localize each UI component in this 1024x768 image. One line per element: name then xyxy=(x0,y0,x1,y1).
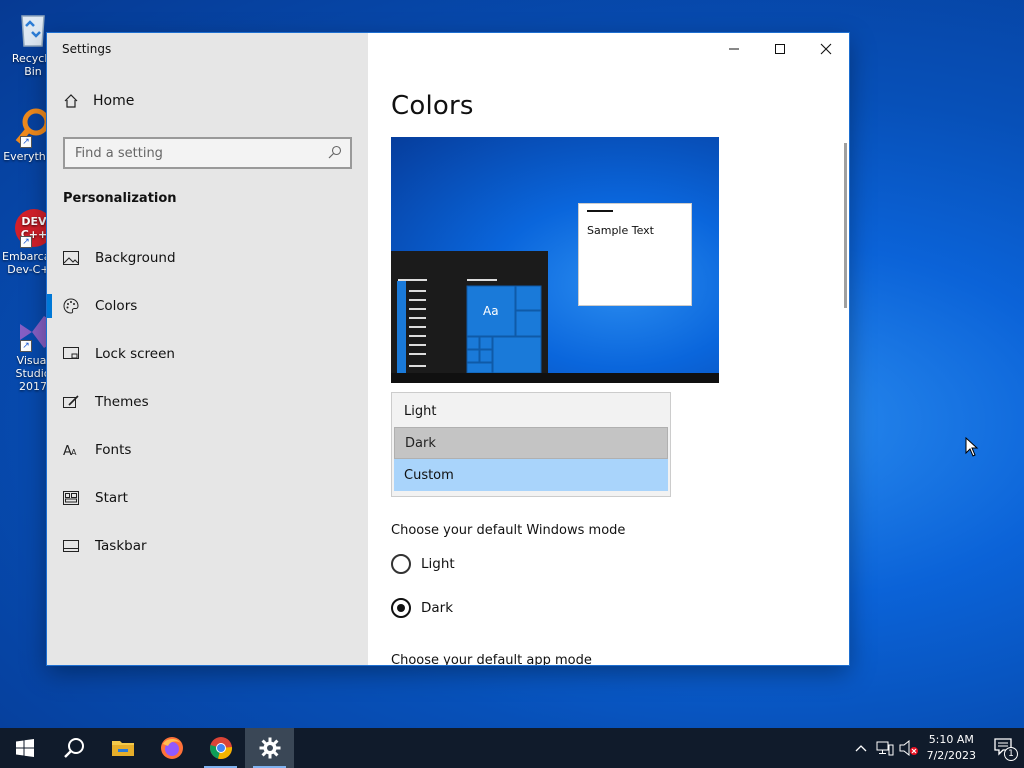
home-label: Home xyxy=(93,93,135,109)
app-mode-heading: Choose your default app mode xyxy=(391,653,592,665)
gear-icon xyxy=(259,737,280,759)
network-button[interactable] xyxy=(873,728,897,768)
sidebar-item-label: Background xyxy=(95,250,176,266)
windows-mode-heading: Choose your default Windows mode xyxy=(391,523,626,538)
font-icon: AA xyxy=(63,442,79,458)
clock-time: 5:10 AM xyxy=(928,733,974,746)
sidebar-item-lock-screen[interactable]: Lock screen xyxy=(47,330,368,378)
network-icon xyxy=(876,741,894,756)
radio-button-checked[interactable] xyxy=(391,598,411,618)
windows-mode-light-radio[interactable]: Light xyxy=(391,554,455,574)
sidebar-item-colors[interactable]: Colors xyxy=(47,282,368,330)
chevron-up-icon xyxy=(855,745,867,752)
firefox-button[interactable] xyxy=(147,728,196,768)
clock-date: 7/2/2023 xyxy=(926,749,976,762)
settings-window: Settings Home Personalization Background xyxy=(47,33,849,665)
sidebar-item-background[interactable]: Background xyxy=(47,234,368,282)
search-box[interactable] xyxy=(63,137,352,169)
start-menu-icon xyxy=(63,490,79,506)
brush-icon xyxy=(63,394,79,410)
preview-sample-text: Sample Text xyxy=(587,224,654,237)
taskbar-icon xyxy=(63,538,79,554)
file-explorer-button[interactable] xyxy=(98,728,147,768)
sidebar: Settings Home Personalization Background xyxy=(47,33,368,665)
volume-muted-icon xyxy=(899,740,918,756)
action-center-button[interactable]: 1 xyxy=(986,728,1024,768)
personalization-nav: Background Colors Lock screen Themes A A… xyxy=(47,234,368,570)
radio-label: Dark xyxy=(421,600,454,616)
preview-tile-text: Aa xyxy=(483,304,499,318)
taskbar: 5:10 AM 7/2/2023 1 xyxy=(0,728,1024,768)
sidebar-item-label: Start xyxy=(95,490,128,506)
sidebar-item-label: Themes xyxy=(95,394,149,410)
page-title: Colors xyxy=(391,91,474,121)
radio-label: Light xyxy=(421,556,455,572)
picture-icon xyxy=(63,250,79,266)
chrome-icon xyxy=(209,737,232,760)
preview-start-menu-graphic xyxy=(397,279,542,374)
lock-screen-icon xyxy=(63,346,79,362)
shortcut-arrow-icon: ↗ xyxy=(20,236,32,248)
firefox-icon xyxy=(160,737,183,759)
window-title: Settings xyxy=(62,42,112,56)
search-icon[interactable] xyxy=(328,144,342,163)
theme-preview: Sample Text Aa xyxy=(391,137,719,383)
preview-start-menu: Aa xyxy=(391,251,548,374)
preview-taskbar xyxy=(391,373,719,383)
search-input[interactable] xyxy=(75,145,328,161)
sidebar-item-label: Fonts xyxy=(95,442,132,458)
home-nav-item[interactable]: Home xyxy=(63,93,134,109)
search-icon xyxy=(63,738,84,758)
sidebar-item-themes[interactable]: Themes xyxy=(47,378,368,426)
color-mode-option-light[interactable]: Light xyxy=(394,395,668,427)
sidebar-item-label: Lock screen xyxy=(95,346,175,362)
palette-icon xyxy=(63,298,79,314)
color-mode-dropdown[interactable]: Light Dark Custom xyxy=(391,392,671,497)
svg-text:A: A xyxy=(71,448,77,457)
section-title: Personalization xyxy=(63,191,177,206)
shortcut-arrow-icon: ↗ xyxy=(20,340,32,352)
color-mode-option-dark[interactable]: Dark xyxy=(394,427,668,459)
sidebar-item-start[interactable]: Start xyxy=(47,474,368,522)
start-button[interactable] xyxy=(0,728,49,768)
cursor-arrow-icon xyxy=(965,436,979,457)
show-hidden-icons-button[interactable] xyxy=(849,728,873,768)
volume-button[interactable] xyxy=(897,728,921,768)
folder-icon xyxy=(111,741,134,756)
home-icon xyxy=(63,93,79,109)
mouse-cursor xyxy=(965,436,979,461)
shortcut-arrow-icon: ↗ xyxy=(20,136,32,148)
notification-count-badge: 1 xyxy=(1004,747,1018,761)
sidebar-item-label: Taskbar xyxy=(95,538,147,554)
system-tray: 5:10 AM 7/2/2023 1 xyxy=(849,728,1024,768)
chrome-button[interactable] xyxy=(196,728,245,768)
preview-sample-window: Sample Text xyxy=(578,203,692,306)
sidebar-item-taskbar[interactable]: Taskbar xyxy=(47,522,368,570)
windows-logo-icon xyxy=(15,739,34,757)
radio-button[interactable] xyxy=(391,554,411,574)
search-button[interactable] xyxy=(49,728,98,768)
sidebar-item-fonts[interactable]: AA Fonts xyxy=(47,426,368,474)
scrollbar[interactable] xyxy=(844,143,847,308)
color-mode-option-custom[interactable]: Custom xyxy=(394,459,668,491)
content-pane: Colors Sample Text Aa Light Dark Custom … xyxy=(368,33,849,665)
clock[interactable]: 5:10 AM 7/2/2023 xyxy=(921,732,986,764)
svg-text:DEV: DEV xyxy=(21,215,47,228)
settings-taskbar-button[interactable] xyxy=(245,728,294,768)
sidebar-item-label: Colors xyxy=(95,298,138,314)
windows-mode-dark-radio[interactable]: Dark xyxy=(391,598,453,618)
